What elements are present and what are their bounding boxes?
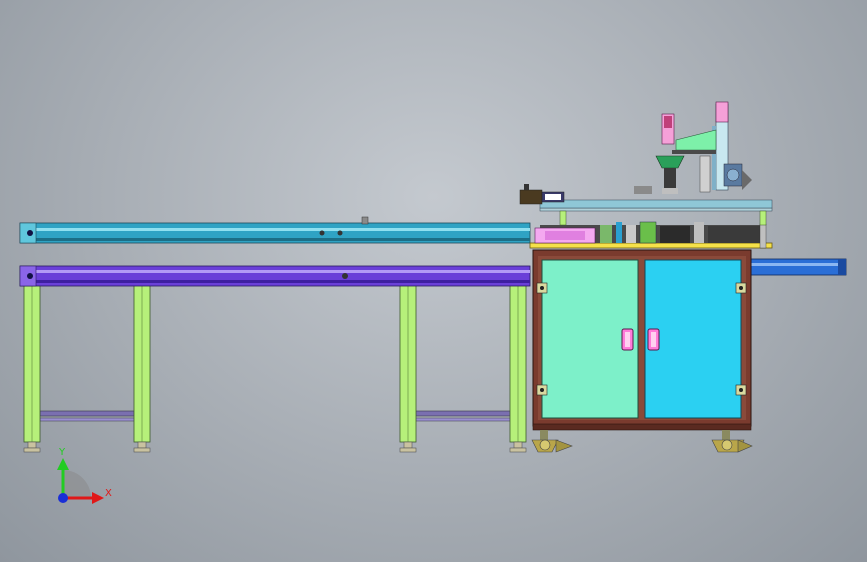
lower-crossbar-left xyxy=(39,410,139,417)
outfeed-rail xyxy=(749,258,847,276)
x-axis-label: X xyxy=(105,488,112,499)
z-axis-dot xyxy=(58,493,68,503)
work-table xyxy=(529,221,773,249)
machine-cabinet xyxy=(532,249,752,431)
lower-crossbar-right-2 xyxy=(413,417,515,422)
conveyor-assembly xyxy=(19,216,531,453)
conveyor-feet xyxy=(23,441,527,453)
lower-crossbar-left-2 xyxy=(39,417,139,422)
dispensing-head xyxy=(634,101,752,194)
triad-arc xyxy=(63,470,91,498)
upper-conveyor-rail xyxy=(19,216,531,244)
cabinet-feet xyxy=(531,430,753,453)
orientation-triad[interactable]: Y X xyxy=(57,447,112,504)
y-axis-label: Y xyxy=(58,447,66,458)
lower-crossbar-right xyxy=(413,410,515,417)
cad-viewport[interactable]: Y X xyxy=(0,0,867,562)
lower-conveyor-rail xyxy=(19,265,531,287)
